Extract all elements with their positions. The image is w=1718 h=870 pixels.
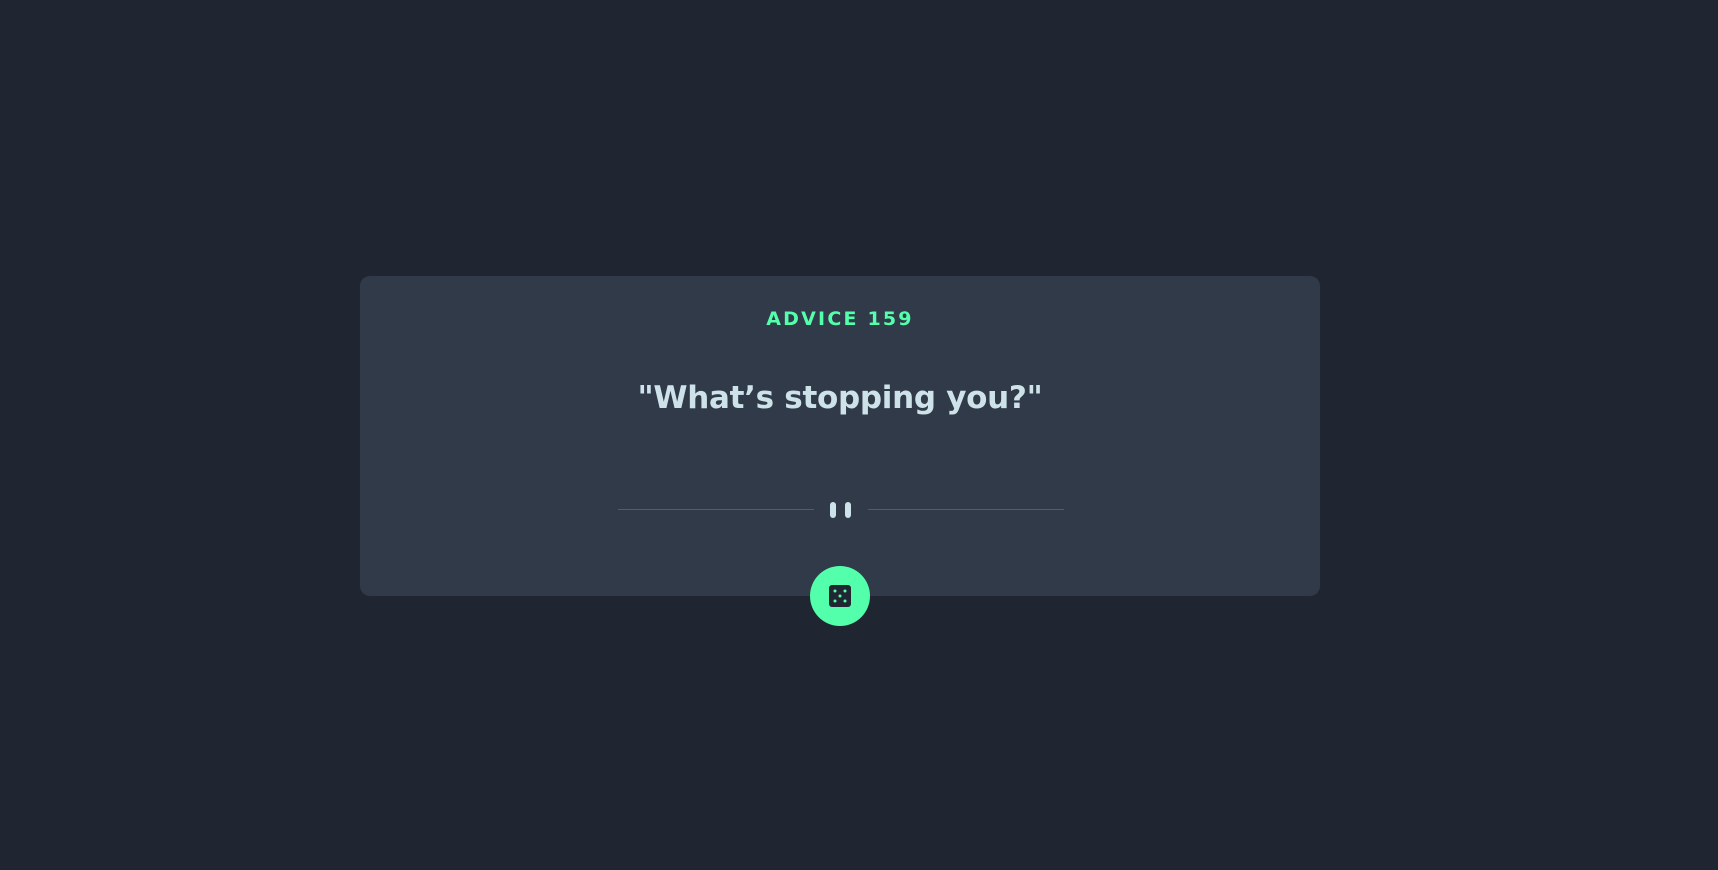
advice-card: ADVICE 159 "What’s stopping you?" (360, 276, 1320, 596)
advice-label: ADVICE 159 (766, 308, 914, 330)
divider-line-right (868, 509, 1064, 510)
advice-quote: "What’s stopping you?" (637, 380, 1043, 416)
divider-line-left (618, 509, 814, 510)
divider (618, 500, 1064, 520)
dice-button[interactable] (810, 566, 870, 626)
dice-icon (829, 585, 851, 607)
pause-icon (830, 502, 852, 518)
